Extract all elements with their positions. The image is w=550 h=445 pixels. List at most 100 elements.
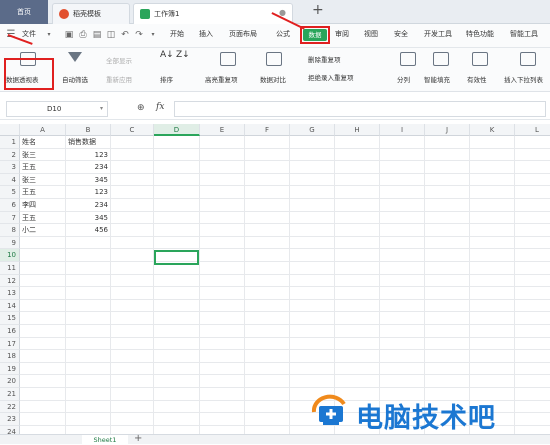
row-header-22[interactable]: 22 <box>0 400 20 414</box>
cell-f5[interactable] <box>245 186 290 199</box>
cell-b9[interactable] <box>66 236 111 250</box>
cell-b6[interactable]: 234 <box>66 199 111 212</box>
column-header-f[interactable]: F <box>245 124 290 136</box>
cell-i19[interactable] <box>380 362 425 376</box>
cell-f12[interactable] <box>245 274 290 288</box>
row-header-17[interactable]: 17 <box>0 337 20 351</box>
cell-g7[interactable] <box>290 211 335 225</box>
row-header-7[interactable]: 7 <box>0 211 20 225</box>
cell-j12[interactable] <box>425 274 470 288</box>
cell-d12[interactable] <box>154 274 200 288</box>
column-header-b[interactable]: B <box>66 124 111 136</box>
chevron-down-icon[interactable]: ▾ <box>100 102 103 116</box>
row-header-13[interactable]: 13 <box>0 287 20 300</box>
formula-input[interactable] <box>174 101 546 117</box>
cell-g9[interactable] <box>290 236 335 250</box>
cell-i7[interactable] <box>380 211 425 225</box>
cell-a14[interactable] <box>20 299 66 313</box>
export-icon[interactable]: ⎙ <box>78 30 88 40</box>
cell-g16[interactable] <box>290 325 335 338</box>
cell-j11[interactable] <box>425 262 470 275</box>
cell-k9[interactable] <box>470 236 515 250</box>
cell-a3[interactable]: 王五 <box>20 161 66 174</box>
cell-e21[interactable] <box>200 388 245 401</box>
cell-b1[interactable]: 销售数据 <box>66 136 111 149</box>
cell-d22[interactable] <box>154 400 200 414</box>
cell-l20[interactable] <box>515 375 550 388</box>
select-all-corner[interactable] <box>0 124 20 136</box>
menu-security[interactable]: 安全 <box>394 29 408 39</box>
row-header-15[interactable]: 15 <box>0 312 20 325</box>
cell-a5[interactable]: 王五 <box>20 186 66 199</box>
cell-h18[interactable] <box>335 350 380 363</box>
cell-e6[interactable] <box>200 199 245 212</box>
cell-e3[interactable] <box>200 161 245 174</box>
cell-c7[interactable] <box>111 211 154 225</box>
cell-k12[interactable] <box>470 274 515 288</box>
cell-b3[interactable]: 234 <box>66 161 111 174</box>
cell-c22[interactable] <box>111 400 154 414</box>
cell-f18[interactable] <box>245 350 290 363</box>
cell-c5[interactable] <box>111 186 154 199</box>
print-icon[interactable]: ▤ <box>92 30 102 40</box>
cell-f10[interactable] <box>245 249 290 262</box>
cell-f22[interactable] <box>245 400 290 414</box>
row-header-18[interactable]: 18 <box>0 350 20 363</box>
cell-l13[interactable] <box>515 287 550 300</box>
cell-b23[interactable] <box>66 413 111 426</box>
redo-icon[interactable]: ↷ <box>134 30 144 40</box>
cell-e22[interactable] <box>200 400 245 414</box>
cell-b13[interactable] <box>66 287 111 300</box>
more-icon[interactable]: ▾ <box>148 30 158 40</box>
cell-k14[interactable] <box>470 299 515 313</box>
cell-k8[interactable] <box>470 224 515 237</box>
cell-d14[interactable] <box>154 299 200 313</box>
cell-d19[interactable] <box>154 362 200 376</box>
cell-b15[interactable] <box>66 312 111 325</box>
cell-c20[interactable] <box>111 375 154 388</box>
row-header-12[interactable]: 12 <box>0 274 20 288</box>
cell-b4[interactable]: 345 <box>66 173 111 187</box>
cell-c16[interactable] <box>111 325 154 338</box>
cell-g11[interactable] <box>290 262 335 275</box>
cell-d21[interactable] <box>154 388 200 401</box>
cell-d2[interactable] <box>154 148 200 162</box>
cell-d8[interactable] <box>154 224 200 237</box>
row-header-14[interactable]: 14 <box>0 299 20 313</box>
cell-f15[interactable] <box>245 312 290 325</box>
cell-k16[interactable] <box>470 325 515 338</box>
cell-e10[interactable] <box>200 249 245 262</box>
cell-f9[interactable] <box>245 236 290 250</box>
cell-f6[interactable] <box>245 199 290 212</box>
cell-h7[interactable] <box>335 211 380 225</box>
row-header-6[interactable]: 6 <box>0 199 20 212</box>
remove-duplicates-button[interactable]: 删除重复项 <box>308 54 341 64</box>
cell-j5[interactable] <box>425 186 470 199</box>
cell-j20[interactable] <box>425 375 470 388</box>
cell-e5[interactable] <box>200 186 245 199</box>
cell-e15[interactable] <box>200 312 245 325</box>
chevron-down-icon[interactable]: ▾ <box>44 30 54 40</box>
cell-b22[interactable] <box>66 400 111 414</box>
cell-h17[interactable] <box>335 337 380 351</box>
cell-a13[interactable] <box>20 287 66 300</box>
cell-l16[interactable] <box>515 325 550 338</box>
cell-j9[interactable] <box>425 236 470 250</box>
name-box[interactable]: D10 ▾ <box>6 101 108 117</box>
cell-j8[interactable] <box>425 224 470 237</box>
cell-i9[interactable] <box>380 236 425 250</box>
save-icon[interactable]: ▣ <box>64 30 74 40</box>
cell-f17[interactable] <box>245 337 290 351</box>
cell-a4[interactable]: 张三 <box>20 173 66 187</box>
cell-l7[interactable] <box>515 212 550 225</box>
cell-b17[interactable] <box>66 337 111 351</box>
column-header-g[interactable]: G <box>290 124 335 136</box>
cell-a2[interactable]: 张三 <box>20 148 66 162</box>
tab-workbook[interactable]: 工作簿1 ● <box>133 3 293 24</box>
cell-i1[interactable] <box>380 136 425 149</box>
cell-a19[interactable] <box>20 362 66 376</box>
cell-e4[interactable] <box>200 173 245 187</box>
smart-fill-button[interactable]: 智能填充 <box>424 74 450 84</box>
row-header-23[interactable]: 23 <box>0 413 20 426</box>
cell-b7[interactable]: 345 <box>66 211 111 225</box>
